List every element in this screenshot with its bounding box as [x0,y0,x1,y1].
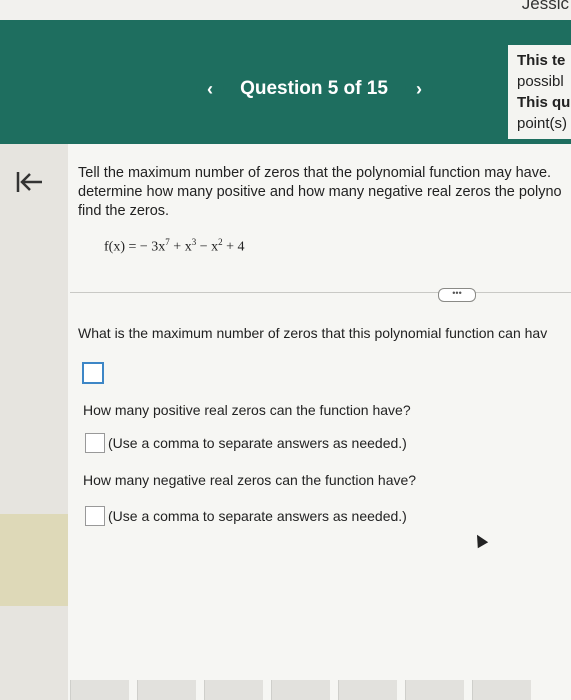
bottom-tab[interactable] [472,680,531,700]
formula-term: + 4 [222,239,245,255]
question-content [68,144,571,700]
next-question-button[interactable]: › [405,75,433,103]
user-name: Jessic [521,0,569,13]
prompt-line: find the zeros. [78,203,170,219]
question-part-3: How many negative real zeros can the fun… [83,472,417,488]
collapse-left-icon[interactable] [14,168,46,196]
left-rail [0,144,68,700]
bottom-tab[interactable] [405,680,464,700]
left-rail-highlight [0,514,68,606]
formula-term: − 3x [139,239,166,255]
prompt-line: determine how many positive and how many… [78,184,562,200]
answer-hint: (Use a comma to separate answers as need… [108,508,407,524]
bottom-toolbar [68,680,571,700]
bottom-tab[interactable] [137,680,196,700]
notice-line: possibl [517,73,564,90]
formula-term: − x [196,239,219,255]
polynomial-formula: f(x) = − 3x7 + x3 − x2 + 4 [104,237,245,256]
answer-input-max-zeros[interactable] [82,362,104,384]
prompt-line: Tell the maximum number of zeros that th… [78,165,552,181]
top-bar: Jessic [0,0,571,20]
bottom-tab[interactable] [70,680,129,700]
question-header: ‹ Question 5 of 15 › This te possibl Thi… [0,20,571,144]
question-part-2: How many positive real zeros can the fun… [83,402,411,418]
notice-line: point(s) [517,115,568,132]
test-notice-panel: This te possibl This qu point(s) [508,45,571,139]
formula-lhs: f(x) = [104,239,140,255]
formula-term: + x [169,239,192,255]
bottom-tab[interactable] [271,680,330,700]
question-counter: Question 5 of 15 [224,72,404,106]
bottom-tab[interactable] [204,680,263,700]
answer-input-positive-zeros[interactable] [85,433,105,453]
bottom-tab[interactable] [338,680,397,700]
notice-line: This qu [517,94,571,111]
previous-question-button[interactable]: ‹ [196,75,224,103]
answer-input-negative-zeros[interactable] [85,506,105,526]
question-part-1: What is the maximum number of zeros that… [78,325,548,341]
notice-line: This te [517,52,566,69]
section-divider [70,292,571,293]
more-options-button[interactable]: ••• [438,288,476,302]
question-prompt: Tell the maximum number of zeros that th… [78,164,571,221]
answer-hint: (Use a comma to separate answers as need… [108,435,407,451]
